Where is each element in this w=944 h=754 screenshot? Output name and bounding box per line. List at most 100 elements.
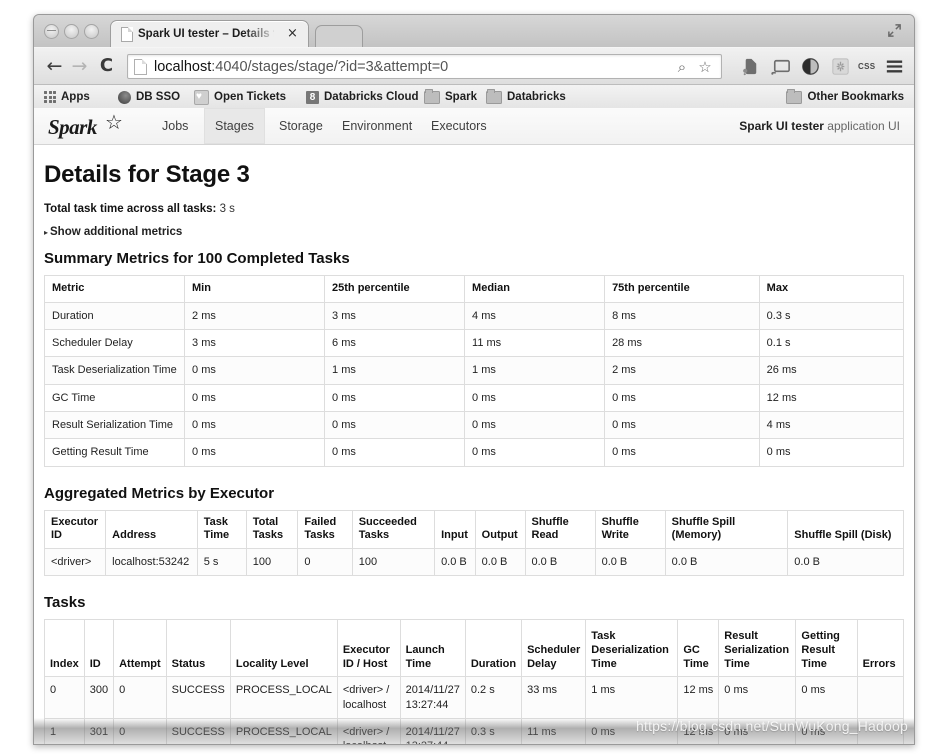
column-header-7: Output [474, 509, 526, 550]
table-row: Scheduler Delay 3 ms 6 ms 11 ms 28 ms 0.1 s [43, 329, 905, 358]
column-header-5: Executor ID / Host [336, 619, 401, 678]
cell-r1-c10: 12 ms [677, 717, 720, 744]
cell-r0-c4: PROCESS_LOCAL [229, 676, 338, 719]
bookmark-databricks-cloud[interactable]: 8 Databricks Cloud [306, 88, 419, 106]
summary-metrics-body: Duration 2 ms 3 ms 4 ms 8 ms 0.3 s Scheduler D… [43, 301, 905, 467]
cell-r0-c11: 0.0 B [787, 548, 904, 577]
folder-icon [786, 88, 803, 104]
cell-r4-c5: 4 ms [758, 410, 905, 440]
tab-close-icon[interactable]: × [286, 26, 299, 41]
column-header-3: Status [165, 619, 231, 678]
column-header-1: ID [83, 619, 115, 678]
address-bar[interactable]: localhost:4040/stages/stage/?id=3&attemp… [127, 54, 722, 79]
search-icon[interactable]: ⌕ [673, 58, 691, 76]
cell-r0-c4: 8 ms [604, 301, 760, 331]
heart-icon [194, 88, 209, 106]
bookmarks-bar: Apps DB SSO Open Tickets 8 Databricks Cl… [34, 85, 914, 110]
table-header-row: Executor ID Address Task Time Total Tasks Fa… [43, 509, 904, 550]
bookmark-label: Databricks Cloud [324, 91, 419, 103]
nav-tab-storage[interactable]: Storage [268, 108, 334, 144]
cell-r5-c2: 0 ms [324, 438, 466, 467]
window-minimize-button[interactable] [64, 24, 79, 39]
cell-r2-c2: 1 ms [324, 356, 466, 385]
page-title: Details for Stage 3 [44, 161, 250, 188]
column-header-12: Getting Result Time [795, 619, 858, 678]
cell-r0-c1: 300 [83, 676, 115, 719]
cell-r1-c9: 0 ms [585, 717, 679, 744]
nav-tab-jobs[interactable]: Jobs [151, 108, 199, 144]
spark-logo[interactable]: Spark ☆ [48, 110, 134, 140]
browser-tab-active[interactable]: Spark UI tester – Details fo × [110, 20, 309, 48]
application-suffix: application UI [823, 119, 900, 133]
column-header-2: Task Time [196, 509, 247, 550]
total-task-time: Total task time across all tasks: 3 s [44, 203, 904, 215]
tasks-table: Index ID Attempt Status Locality Level Execut… [44, 619, 905, 744]
browser-menu-icon[interactable] [883, 55, 906, 78]
bookmark-label: Open Tickets [214, 91, 287, 103]
column-header-7: Duration [464, 619, 523, 678]
cell-r0-c3: SUCCESS [165, 676, 231, 719]
column-header-10: GC Time [677, 619, 720, 678]
extension-icon[interactable] [829, 55, 852, 78]
cell-r0-c0: 0 [44, 676, 85, 719]
cell-r0-c8: 0.0 B [524, 548, 596, 577]
cell-r0-c5: 0.3 s [758, 301, 905, 331]
page-document-icon [134, 59, 147, 75]
cell-r3-c3: 0 ms [464, 383, 606, 412]
other-bookmarks-folder[interactable]: Other Bookmarks [786, 88, 904, 106]
cell-r0-c9: 0.0 B [594, 548, 666, 577]
nav-tab-stages[interactable]: Stages [204, 108, 265, 144]
css-extension-icon[interactable]: css [858, 55, 881, 78]
column-header-0: Metric [43, 275, 186, 303]
table-header-row: Metric Min 25th percentile Median 75th perce… [43, 275, 905, 303]
forward-arrow-icon[interactable]: → [69, 56, 90, 77]
window-expand-icon[interactable] [887, 23, 902, 38]
cell-r0-c10: 12 ms [677, 676, 720, 719]
cell-r4-c1: 0 ms [184, 410, 326, 440]
number-8-icon: 8 [306, 90, 319, 104]
cell-r2-c5: 26 ms [758, 356, 905, 385]
cell-r0-c7: 0.0 B [474, 548, 526, 577]
bookmark-open-tickets[interactable]: Open Tickets [194, 88, 286, 106]
url-host: localhost [154, 59, 212, 75]
evernote-extension-icon[interactable] [739, 55, 762, 78]
cell-r1-c4: PROCESS_LOCAL [229, 717, 338, 744]
tasks-heading: Tasks [44, 594, 86, 612]
cell-r0-c1: 2 ms [184, 301, 326, 331]
column-header-4: 75th percentile [604, 275, 760, 303]
bookmark-apps[interactable]: Apps [44, 88, 90, 106]
column-header-1: Address [105, 509, 198, 550]
bookmark-spark[interactable]: Spark [424, 88, 477, 106]
cell-r2-c1: 0 ms [184, 356, 326, 385]
column-header-11: Shuffle Spill (Disk) [787, 509, 904, 550]
star-icon: ☆ [105, 110, 123, 134]
bookmark-databricks[interactable]: Databricks [486, 88, 566, 106]
window-close-button[interactable] [44, 24, 59, 39]
nav-tab-executors[interactable]: Executors [420, 108, 498, 144]
cell-r1-c12: 0 ms [795, 717, 858, 744]
cell-r5-c3: 0 ms [464, 438, 606, 467]
column-header-13: Errors [856, 619, 905, 678]
back-arrow-icon[interactable]: ← [44, 56, 65, 77]
spark-navbar: Spark ☆ Jobs Stages Storage Environment … [34, 108, 914, 145]
new-tab-button[interactable] [315, 25, 363, 48]
column-header-10: Shuffle Spill (Memory) [664, 509, 789, 550]
cell-r4-c0: Result Serialization Time [43, 410, 186, 440]
window-maximize-button[interactable] [84, 24, 99, 39]
cell-r0-c1: localhost:53242 [105, 548, 198, 577]
nav-tab-environment[interactable]: Environment [331, 108, 423, 144]
bookmark-label: Apps [61, 91, 90, 103]
cell-r0-c5: <driver> / localhost [336, 676, 401, 719]
reload-icon[interactable]: C [96, 56, 117, 77]
cell-r2-c3: 1 ms [464, 356, 606, 385]
application-name: Spark UI tester [739, 119, 824, 133]
table-row: GC Time 0 ms 0 ms 0 ms 0 ms 12 ms [43, 383, 905, 412]
cell-r5-c0: Getting Result Time [43, 438, 186, 467]
bookmark-star-icon[interactable]: ☆ [696, 58, 714, 76]
cell-r1-c13 [856, 717, 905, 744]
browser-window: Spark UI tester – Details fo × ← → C loc… [33, 14, 915, 745]
cast-icon[interactable] [769, 55, 792, 78]
show-additional-metrics-toggle[interactable]: ▸ Show additional metrics [44, 226, 904, 238]
contrast-extension-icon[interactable] [799, 55, 822, 78]
bookmark-db-sso[interactable]: DB SSO [118, 88, 180, 106]
